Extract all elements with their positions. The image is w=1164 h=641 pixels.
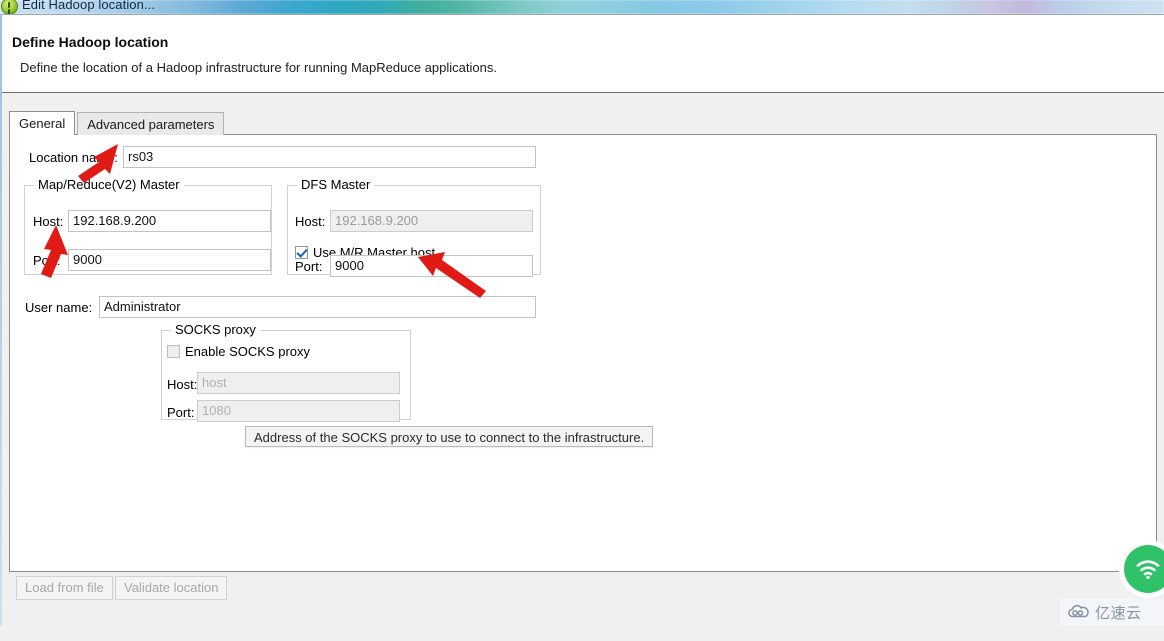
socks-proxy-group-title: SOCKS proxy: [171, 322, 260, 337]
mapreduce-port-label: Port:: [33, 253, 61, 268]
location-name-input[interactable]: rs03: [123, 146, 536, 168]
desktop-background-strip: [0, 0, 1164, 14]
socks-port-input: 1080: [197, 400, 400, 422]
dfs-host-input: 192.168.9.200: [330, 210, 533, 232]
dialog-footer: Load from file Validate location: [0, 573, 1164, 641]
mapreduce-host-label: Host:: [33, 214, 64, 229]
enable-socks-proxy-checkbox[interactable]: Enable SOCKS proxy: [167, 344, 310, 359]
checkbox-checked-icon: [295, 246, 308, 259]
validate-location-button[interactable]: Validate location: [115, 576, 228, 600]
window-title: Edit Hadoop location...: [22, 0, 156, 12]
dfs-host-label: Host:: [295, 214, 326, 229]
user-name-input[interactable]: Administrator: [99, 296, 536, 318]
tab-general[interactable]: General: [9, 111, 76, 135]
wifi-dot: [1146, 575, 1150, 580]
mapreduce-host-input[interactable]: 192.168.9.200: [68, 210, 271, 232]
dfs-port-input[interactable]: 9000: [330, 255, 533, 277]
tab-bar: General Advanced parameters: [9, 111, 225, 135]
wifi-icon: [1136, 560, 1160, 580]
load-from-file-button[interactable]: Load from file: [16, 576, 113, 600]
watermark: 亿速云: [1060, 598, 1164, 626]
user-name-label: User name:: [25, 300, 93, 315]
mapreduce-master-group-title: Map/Reduce(V2) Master: [34, 177, 184, 192]
mapreduce-port-input[interactable]: 9000: [68, 249, 271, 271]
checkbox-unchecked-icon: [167, 345, 180, 358]
socks-host-label: Host:: [167, 377, 198, 392]
dialog-header: Define Hadoop location Define the locati…: [0, 15, 1164, 93]
tab-folder: General Advanced parameters Location nam…: [9, 111, 1157, 573]
dialog-left-edge: [0, 14, 2, 626]
dfs-port-label: Port:: [295, 259, 323, 274]
page-description: Define the location of a Hadoop infrastr…: [20, 60, 497, 75]
wifi-status-badge[interactable]: [1124, 545, 1164, 593]
socks-port-label: Port:: [167, 405, 195, 420]
cloud-icon: [1068, 604, 1089, 618]
dfs-master-group-title: DFS Master: [297, 177, 375, 192]
watermark-text: 亿速云: [1095, 603, 1142, 622]
socks-host-input: host: [197, 372, 400, 394]
tab-advanced-parameters[interactable]: Advanced parameters: [77, 112, 225, 135]
edit-hadoop-location-dialog: Define Hadoop location Define the locati…: [0, 14, 1164, 641]
enable-socks-proxy-label: Enable SOCKS proxy: [185, 344, 311, 359]
tab-panel-general: Location name: rs03 Map/Reduce(V2) Maste…: [9, 134, 1157, 572]
dialog-body: General Advanced parameters Location nam…: [0, 93, 1164, 573]
location-name-label: Location name:: [29, 150, 118, 165]
page-title: Define Hadoop location: [12, 34, 169, 50]
socks-proxy-tooltip: Address of the SOCKS proxy to use to con…: [245, 426, 654, 447]
